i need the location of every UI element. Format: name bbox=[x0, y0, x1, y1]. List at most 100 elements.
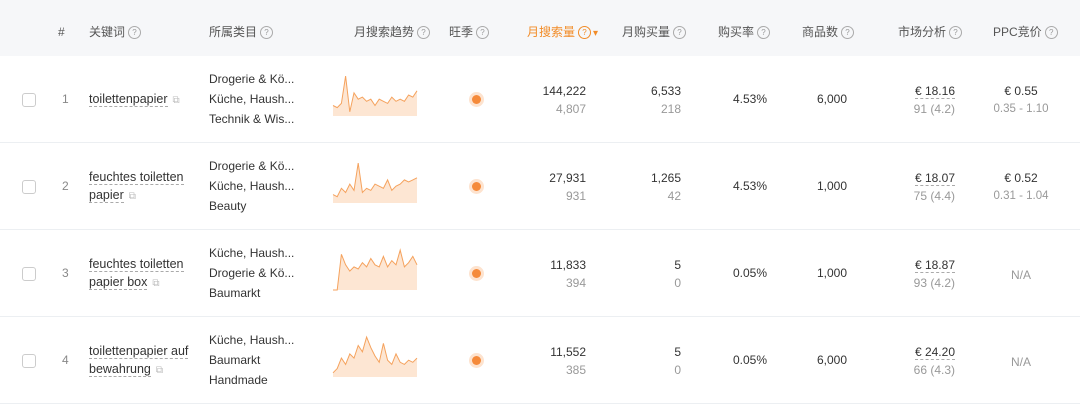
table-row[interactable]: 1 toilettenpapier ⧉ Drogerie & Kö... Küch… bbox=[0, 56, 1080, 143]
help-icon[interactable]: ? bbox=[673, 26, 687, 39]
trend-sparkline[interactable] bbox=[332, 70, 418, 120]
trend-sparkline[interactable] bbox=[332, 157, 418, 207]
sparkline-area bbox=[333, 76, 417, 116]
trend-sparkline[interactable] bbox=[332, 331, 418, 381]
market-price[interactable]: € 24.20 bbox=[914, 345, 955, 360]
col-peak[interactable]: 旺季? bbox=[449, 0, 490, 56]
ppc-range: 0.35 - 1.10 bbox=[993, 103, 1049, 115]
external-link-icon[interactable]: ⧉ bbox=[129, 191, 136, 202]
search-volume-daily: 931 bbox=[565, 189, 586, 203]
help-icon[interactable]: ? bbox=[476, 26, 490, 39]
ppc-bid: € 0.52 bbox=[1004, 171, 1038, 185]
col-market[interactable]: 市场分析? bbox=[898, 0, 963, 56]
market-price[interactable]: € 18.87 bbox=[914, 258, 955, 273]
row-checkbox[interactable] bbox=[22, 180, 36, 194]
purchase-volume-cell: 50 bbox=[674, 256, 681, 292]
external-link-icon[interactable]: ⧉ bbox=[152, 278, 159, 289]
purchase-rate: 4.53% bbox=[733, 92, 768, 106]
market-analysis-cell[interactable]: € 24.20 66 (4.3) bbox=[914, 343, 955, 379]
help-icon[interactable]: ? bbox=[260, 26, 274, 39]
category-item: Küche, Haush... bbox=[209, 92, 295, 106]
help-icon[interactable]: ? bbox=[578, 26, 592, 39]
purchase-volume: 5 bbox=[674, 258, 681, 272]
peak-season-dot bbox=[472, 269, 481, 278]
category-item: Baumarkt bbox=[209, 286, 261, 300]
help-icon[interactable]: ? bbox=[1044, 26, 1058, 39]
keyword-cell[interactable]: toilettenpapier ⧉ bbox=[89, 90, 180, 110]
col-product-count[interactable]: 商品数? bbox=[802, 0, 855, 56]
keyword-link[interactable]: feuchtes toiletten papier box bbox=[89, 257, 184, 290]
keyword-cell[interactable]: toilettenpapier auf bewahrung ⧉ bbox=[89, 342, 204, 380]
peak-season-dot bbox=[472, 95, 481, 104]
keyword-cell[interactable]: feuchtes toiletten papier box ⧉ bbox=[89, 255, 194, 293]
market-price[interactable]: € 18.16 bbox=[914, 84, 955, 99]
sparkline-area bbox=[333, 337, 417, 377]
table-row[interactable]: 4 toilettenpapier auf bewahrung ⧉ Küche, … bbox=[0, 317, 1080, 404]
purchase-rate: 4.53% bbox=[733, 179, 768, 193]
table-row[interactable]: 2 feuchtes toiletten papier ⧉ Drogerie & … bbox=[0, 143, 1080, 230]
purchase-volume-cell: 6,533 218 bbox=[651, 82, 681, 118]
help-icon[interactable]: ? bbox=[949, 26, 963, 39]
purchase-volume: 6,533 bbox=[650, 84, 681, 98]
search-volume-daily: 4,807 bbox=[555, 102, 586, 116]
peak-season-dot bbox=[472, 182, 481, 191]
ppc-bid: € 0.55 bbox=[1004, 84, 1038, 98]
purchase-volume-daily: 42 bbox=[667, 189, 681, 203]
market-analysis-cell[interactable]: € 18.16 91 (4.2) bbox=[914, 82, 955, 118]
market-rating: 93 (4.2) bbox=[913, 276, 955, 290]
category-item: Technik & Wis... bbox=[209, 112, 295, 126]
sparkline-area bbox=[333, 250, 417, 290]
help-icon[interactable]: ? bbox=[417, 26, 431, 39]
trend-sparkline[interactable] bbox=[332, 244, 418, 294]
search-volume-daily: 394 bbox=[565, 276, 586, 290]
ppc-bid: N/A bbox=[1010, 268, 1031, 282]
help-icon[interactable]: ? bbox=[757, 26, 771, 39]
purchase-volume: 5 bbox=[674, 345, 681, 359]
category-list: Küche, Haush... Drogerie & Kö... Baumark… bbox=[209, 243, 294, 303]
category-item: Küche, Haush... bbox=[209, 333, 295, 347]
category-item: Handmade bbox=[209, 373, 268, 387]
chevron-down-icon[interactable]: ▾ bbox=[593, 28, 598, 39]
sparkline-area bbox=[333, 163, 417, 203]
purchase-volume-daily: 0 bbox=[674, 363, 681, 377]
row-checkbox[interactable] bbox=[22, 267, 36, 281]
help-icon[interactable]: ? bbox=[128, 26, 142, 39]
col-search-volume-sort[interactable]: 月搜索量? ▾ bbox=[527, 0, 598, 56]
help-icon[interactable]: ? bbox=[841, 26, 855, 39]
keyword-link[interactable]: toilettenpapier auf bewahrung bbox=[89, 344, 189, 377]
purchase-volume-daily: 218 bbox=[660, 102, 681, 116]
col-keyword[interactable]: 关键词? bbox=[89, 0, 142, 56]
category-list: Drogerie & Kö... Küche, Haush... Beauty bbox=[209, 156, 294, 216]
col-purchase-volume[interactable]: 月购买量? bbox=[622, 0, 687, 56]
category-item: Baumarkt bbox=[209, 353, 261, 367]
purchase-volume-cell: 50 bbox=[674, 343, 681, 379]
category-item: Beauty bbox=[209, 199, 247, 213]
row-checkbox[interactable] bbox=[22, 93, 36, 107]
category-item: Drogerie & Kö... bbox=[209, 159, 295, 173]
col-trend[interactable]: 月搜索趋势? bbox=[354, 0, 431, 56]
ppc-cell: N/A bbox=[981, 353, 1061, 371]
product-count: 6,000 bbox=[817, 92, 848, 106]
search-volume: 11,833 bbox=[550, 258, 586, 272]
market-rating: 75 (4.4) bbox=[913, 189, 955, 203]
external-link-icon[interactable]: ⧉ bbox=[156, 365, 163, 376]
search-volume: 144,222 bbox=[542, 84, 586, 98]
row-checkbox[interactable] bbox=[22, 354, 36, 368]
keyword-link[interactable]: feuchtes toiletten papier bbox=[89, 170, 184, 203]
search-volume: 11,552 bbox=[550, 345, 586, 359]
market-analysis-cell[interactable]: € 18.87 93 (4.2) bbox=[914, 256, 955, 292]
purchase-volume-daily: 0 bbox=[674, 276, 681, 290]
market-analysis-cell[interactable]: € 18.07 75 (4.4) bbox=[914, 169, 955, 205]
row-index: 3 bbox=[62, 266, 69, 280]
col-purchase-rate[interactable]: 购买率? bbox=[718, 0, 771, 56]
keyword-link[interactable]: toilettenpapier bbox=[89, 92, 168, 107]
keyword-table: # 关键词? 所属类目? 月搜索趋势? 旺季? 月搜索量? ▾ 月购买量? 购买率… bbox=[0, 0, 1080, 404]
table-row[interactable]: 3 feuchtes toiletten papier box ⧉ Küche, … bbox=[0, 230, 1080, 317]
market-price[interactable]: € 18.07 bbox=[914, 171, 955, 186]
external-link-icon[interactable]: ⧉ bbox=[173, 95, 180, 106]
col-category[interactable]: 所属类目? bbox=[209, 0, 274, 56]
col-ppc[interactable]: PPC竞价? bbox=[993, 0, 1058, 56]
table-header: # 关键词? 所属类目? 月搜索趋势? 旺季? 月搜索量? ▾ 月购买量? 购买率… bbox=[0, 0, 1080, 56]
product-count: 1,000 bbox=[817, 266, 848, 280]
keyword-cell[interactable]: feuchtes toiletten papier ⧉ bbox=[89, 168, 194, 206]
